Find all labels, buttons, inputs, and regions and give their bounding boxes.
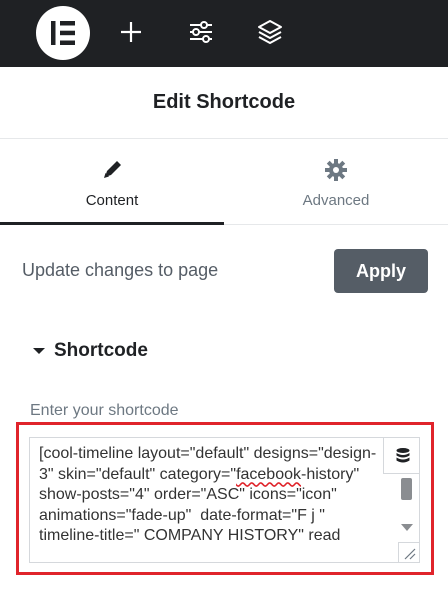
tab-advanced[interactable]: Advanced xyxy=(224,139,448,225)
elementor-logo-icon[interactable] xyxy=(36,6,90,60)
editor-topbar xyxy=(0,0,448,67)
section-title: Shortcode xyxy=(54,340,148,361)
shortcode-text[interactable]: [cool-timeline layout="default" designs=… xyxy=(39,444,387,547)
panel-header: Edit Shortcode xyxy=(0,67,448,139)
tab-content-label: Content xyxy=(85,192,139,209)
apply-button[interactable]: Apply xyxy=(334,249,428,293)
layers-icon[interactable] xyxy=(255,17,285,47)
shortcode-textarea[interactable]: [cool-timeline layout="default" designs=… xyxy=(29,437,420,563)
resize-handle[interactable] xyxy=(398,542,419,562)
scroll-down-arrow-icon[interactable] xyxy=(400,522,414,532)
gear-icon xyxy=(325,159,347,181)
section-toggle-shortcode[interactable]: Shortcode xyxy=(32,340,148,362)
resize-grip-icon xyxy=(404,548,416,560)
panel-title: Edit Shortcode xyxy=(152,91,296,113)
tab-content[interactable]: Content xyxy=(0,139,224,225)
tab-advanced-label: Advanced xyxy=(302,192,370,209)
scrollbar-thumb[interactable] xyxy=(401,478,412,500)
update-changes-text: Update changes to page xyxy=(22,260,219,280)
sliders-icon[interactable] xyxy=(186,17,216,47)
spellcheck-word: facebook xyxy=(236,465,301,483)
caret-down-icon xyxy=(33,348,45,354)
database-icon xyxy=(396,448,410,463)
plus-icon[interactable] xyxy=(116,17,146,47)
pencil-icon xyxy=(104,161,121,178)
panel-tabs: Content Advanced xyxy=(0,139,448,225)
dynamic-tags-button[interactable] xyxy=(383,438,419,474)
shortcode-field-label: Enter your shortcode xyxy=(30,402,179,419)
